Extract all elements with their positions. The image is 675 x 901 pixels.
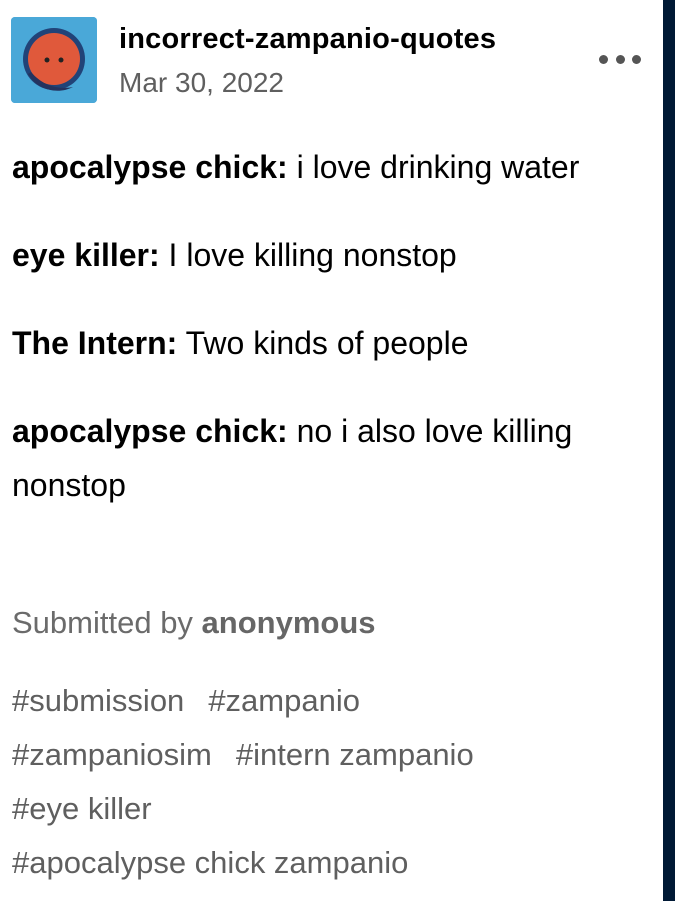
chat-transcript: apocalypse chick: i love drinking water … — [12, 140, 652, 546]
chat-line: The Intern: Two kinds of people — [12, 316, 652, 370]
more-dot-icon — [615, 54, 625, 64]
tag-row: #apocalypse chick zampanio — [12, 836, 652, 890]
blog-avatar[interactable] — [11, 17, 97, 103]
page-edge-bar — [663, 0, 675, 901]
more-dot-icon — [632, 54, 641, 64]
submitter-name: anonymous — [201, 605, 376, 640]
post-tags: #submission #zampanio #zampaniosim #intern… — [12, 674, 652, 890]
submitted-prefix: Submitted by — [12, 605, 202, 640]
post-date[interactable]: Mar 30, 2022 — [119, 67, 284, 99]
post-header: incorrect-zampanio-quotes Mar 30, 2022 — [11, 17, 651, 107]
tumblr-post: incorrect-zampanio-quotes Mar 30, 2022 a… — [0, 0, 663, 901]
tag-link[interactable]: #zampaniosim — [12, 728, 212, 782]
submission-credit: Submitted by anonymous — [12, 600, 376, 646]
chat-message: I love killing nonstop — [159, 237, 457, 273]
chat-line: eye killer: I love killing nonstop — [12, 228, 652, 282]
tag-link[interactable]: #intern zampanio — [236, 728, 474, 782]
chat-speaker: The Intern: — [12, 325, 178, 361]
blog-name-link[interactable]: incorrect-zampanio-quotes — [119, 23, 496, 56]
chat-speaker: eye killer: — [12, 237, 160, 273]
chat-message: Two kinds of people — [177, 325, 469, 361]
more-dots-icon[interactable] — [599, 49, 641, 69]
tag-link[interactable]: #eye killer — [12, 782, 152, 836]
tag-link[interactable]: #submission — [12, 674, 184, 728]
tag-row: #zampaniosim #intern zampanio — [12, 728, 652, 782]
tag-link[interactable]: #zampanio — [208, 674, 360, 728]
chat-line: apocalypse chick: i love drinking water — [12, 140, 652, 194]
tag-link[interactable]: #apocalypse chick zampanio — [12, 836, 408, 890]
chat-speaker: apocalypse chick: — [12, 413, 288, 449]
orange-face-avatar-icon — [11, 17, 97, 103]
chat-message: i love drinking water — [287, 149, 580, 185]
chat-line: apocalypse chick: no i also love killing… — [12, 404, 652, 512]
chat-speaker: apocalypse chick: — [12, 149, 288, 185]
more-dot-icon — [599, 54, 608, 64]
tag-row: #eye killer — [12, 782, 652, 836]
tag-row: #submission #zampanio — [12, 674, 652, 728]
